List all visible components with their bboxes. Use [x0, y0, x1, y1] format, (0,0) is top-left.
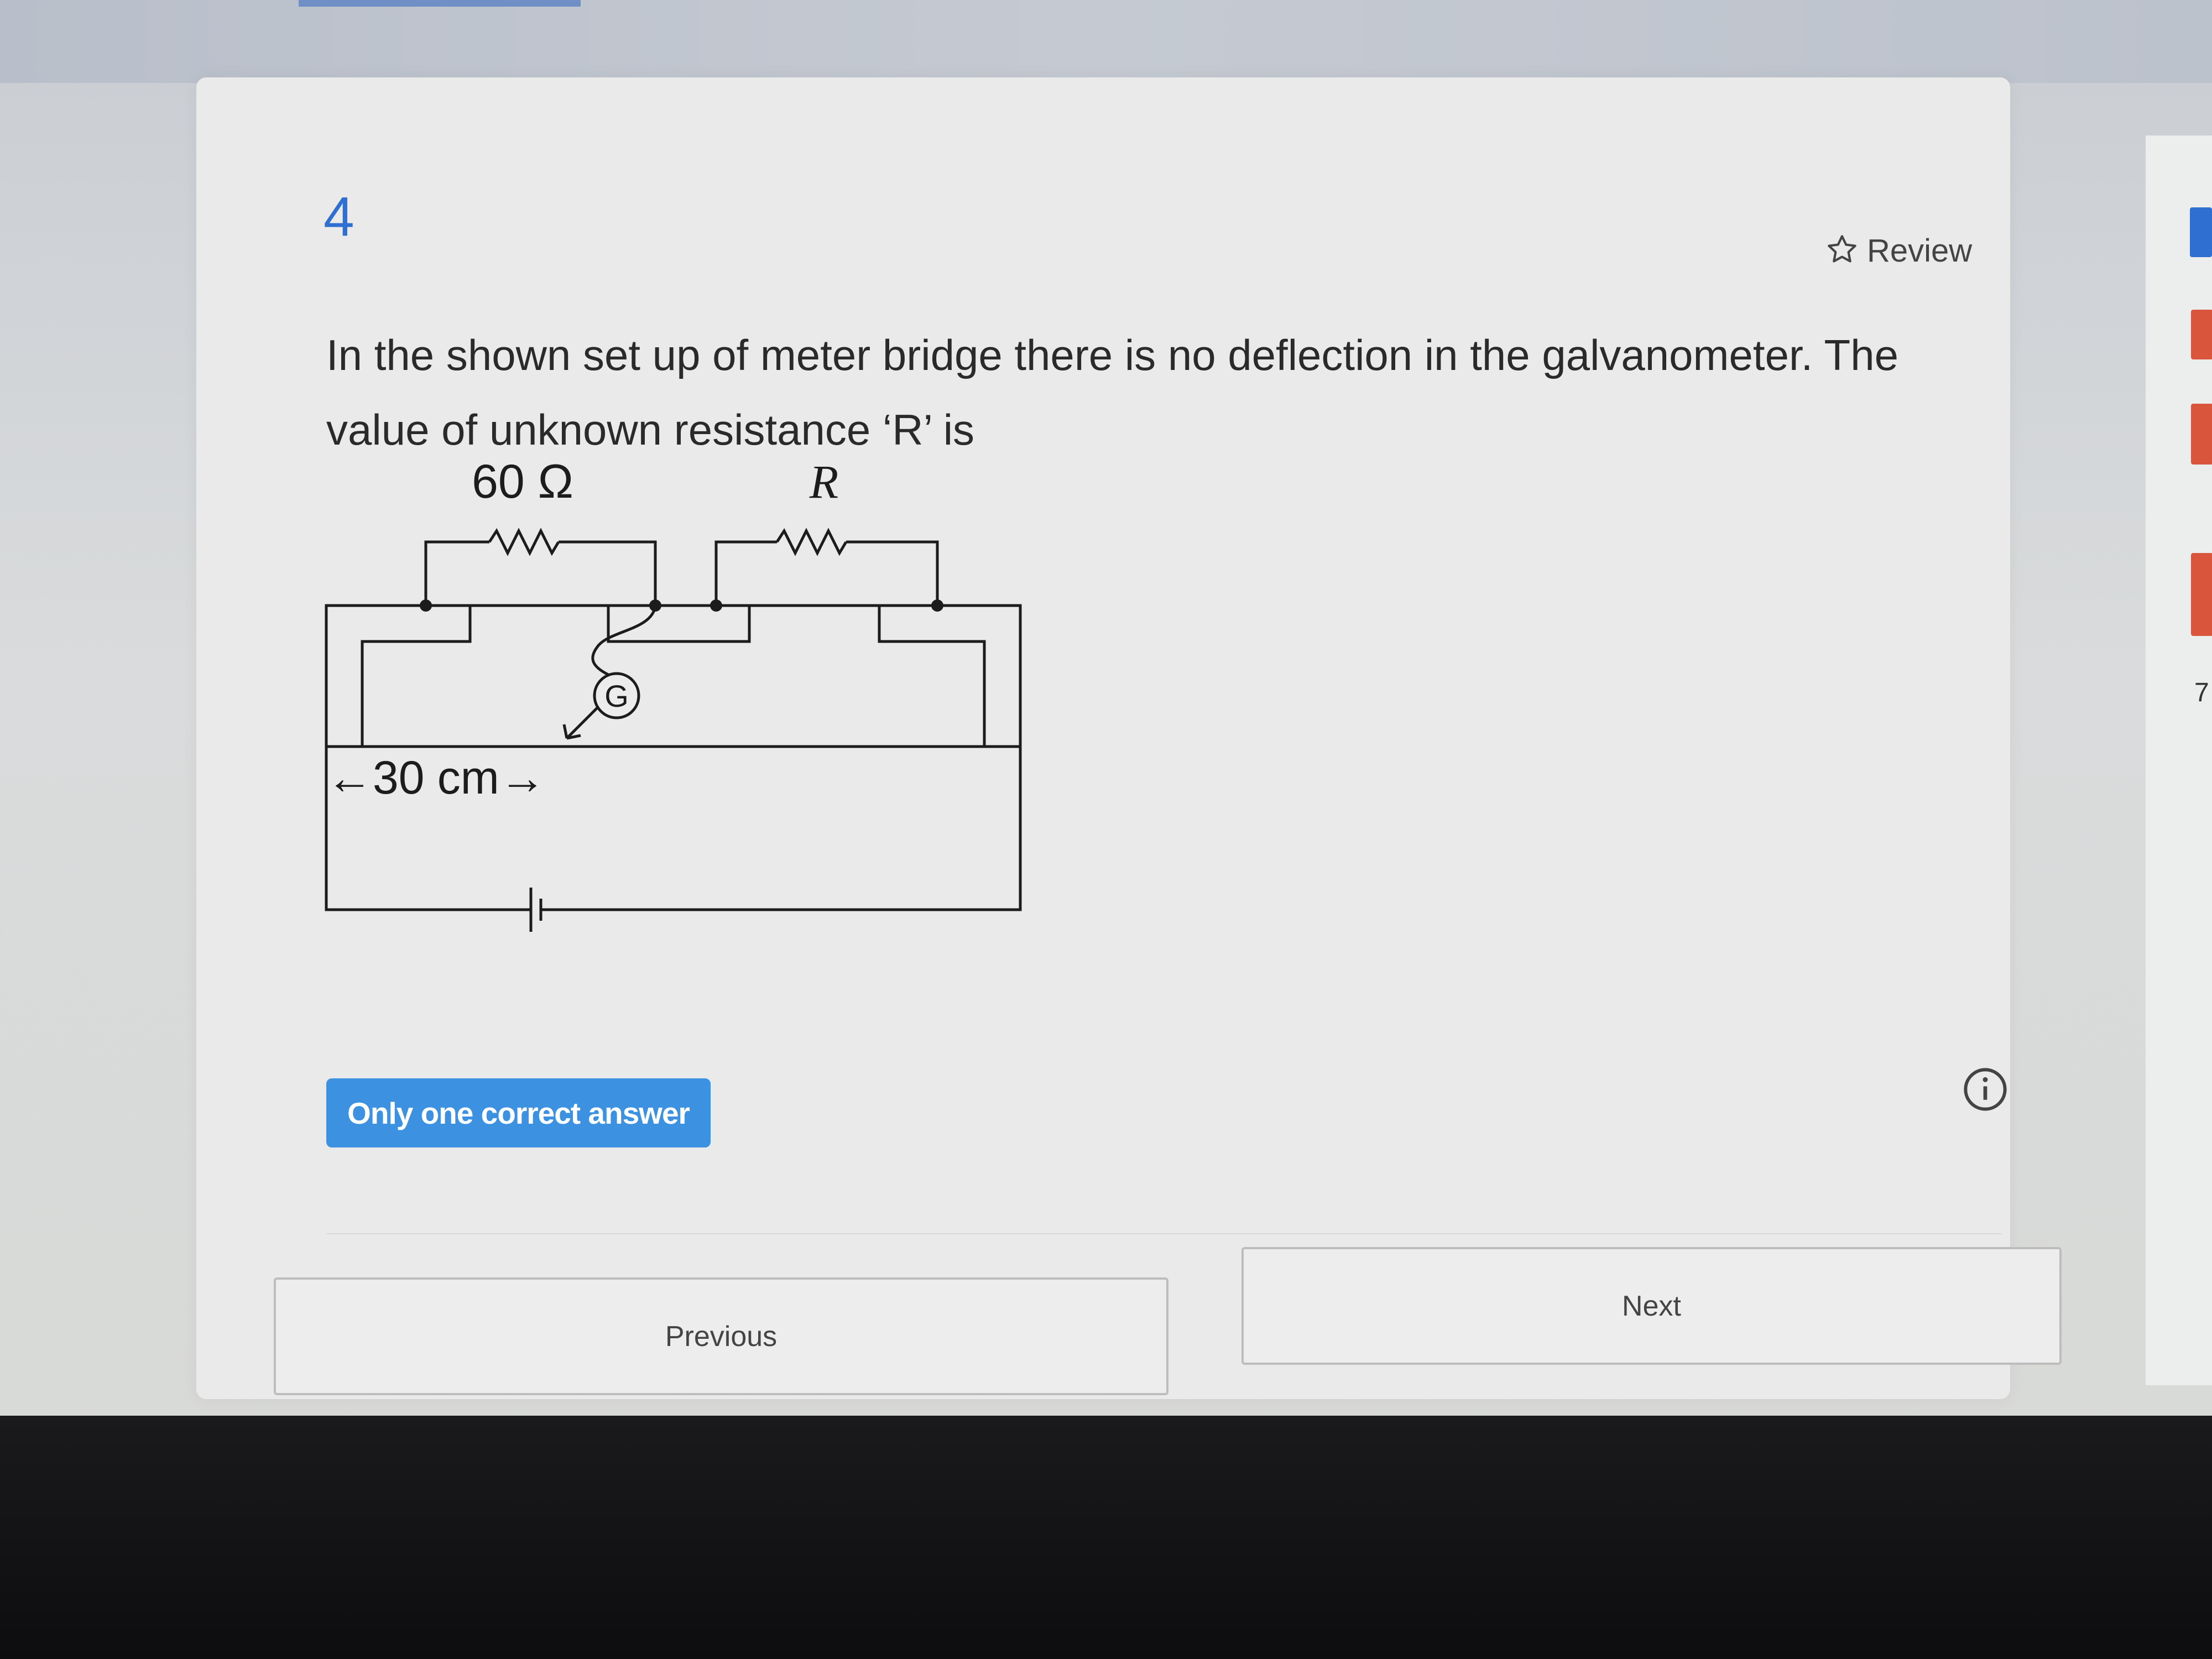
question-text: In the shown set up of meter bridge ther… — [326, 331, 1898, 454]
star-icon — [1825, 232, 1859, 269]
monitor-bezel — [0, 1416, 2212, 1659]
next-button[interactable]: Next — [1241, 1247, 2062, 1365]
palette-marker-flagged[interactable] — [2191, 310, 2212, 359]
palette-marker-flagged[interactable] — [2191, 404, 2212, 465]
answer-type-badge: Only one correct answer — [326, 1078, 711, 1147]
palette-marker-flagged[interactable] — [2191, 553, 2212, 636]
review-label: Review — [1867, 233, 1973, 269]
galvanometer-label: G — [604, 679, 629, 713]
circuit-figure: G 60 Ω R ←30 cm→ — [325, 455, 1022, 932]
right-resistor-label: R — [809, 455, 839, 508]
question-number: 4 — [324, 186, 354, 248]
review-button[interactable]: Review — [1825, 232, 1972, 269]
browser-top-area — [0, 0, 2212, 83]
left-resistor-label: 60 Ω — [472, 455, 573, 508]
info-icon[interactable] — [1960, 1065, 2010, 1117]
meter-bridge-diagram: G 60 Ω R ←30 cm→ — [310, 448, 1040, 948]
previous-button[interactable]: Previous — [274, 1277, 1168, 1395]
length-label: ←30 cm→ — [326, 752, 546, 804]
footer-divider — [326, 1233, 2002, 1234]
active-tab-indicator — [299, 0, 581, 7]
palette-marker-current[interactable] — [2190, 207, 2212, 257]
palette-question-number[interactable]: 7 — [2194, 677, 2209, 708]
